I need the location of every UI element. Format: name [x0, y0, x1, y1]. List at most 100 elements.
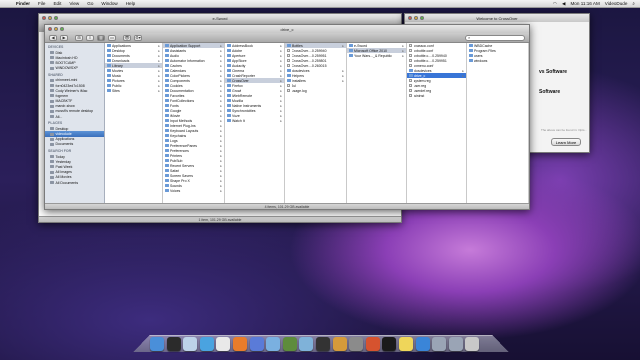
quicklook-eye-icon[interactable]: 👁: [123, 34, 131, 41]
mail-icon[interactable]: [183, 337, 198, 351]
system-prefs-icon[interactable]: [349, 337, 364, 351]
file-row[interactable]: Downloads ▸: [105, 58, 162, 63]
file-row[interactable]: Public ▸: [105, 83, 162, 88]
icon-view-button[interactable]: ⊞: [75, 34, 83, 41]
file-row[interactable]: Voices ▸: [163, 188, 224, 193]
file-row[interactable]: Safari ▸: [163, 168, 224, 173]
dashboard-icon[interactable]: [166, 337, 181, 351]
file-row[interactable]: Application Support ▸: [163, 43, 224, 48]
crossover-icon[interactable]: [365, 337, 380, 351]
file-row[interactable]: Internet Plug-Ins ▸: [163, 123, 224, 128]
minimize-button[interactable]: [48, 16, 52, 20]
window-titlebar[interactable]: Welcome to CrossOver: [405, 14, 589, 22]
volume-icon[interactable]: ◀: [562, 1, 566, 7]
coverflow-view-button[interactable]: ▭: [108, 34, 116, 41]
file-row[interactable]: Aperture ▸: [225, 53, 284, 58]
file-row[interactable]: CrashReporter ▸: [225, 73, 284, 78]
file-row[interactable]: Music ▸: [105, 73, 162, 78]
file-row[interactable]: Cinema ▸: [225, 68, 284, 73]
file-row[interactable]: Preferences ▸: [163, 148, 224, 153]
file-row[interactable]: userdef.reg: [407, 88, 466, 93]
file-row[interactable]: Program Files: [467, 48, 528, 53]
file-row[interactable]: Recent Servers ▸: [163, 163, 224, 168]
wifi-icon[interactable]: ◠: [553, 1, 557, 7]
forward-button[interactable]: ▶: [60, 34, 68, 41]
file-row[interactable]: Logs ▸: [163, 138, 224, 143]
sidebar-item-search[interactable]: All Documents: [45, 180, 104, 185]
list-view-button[interactable]: ≡: [86, 34, 94, 41]
ical-icon[interactable]: [216, 337, 231, 351]
file-row[interactable]: dosdevices ▸: [285, 68, 346, 73]
menu-go[interactable]: Go: [83, 1, 97, 6]
file-row[interactable]: Cookies ▸: [163, 83, 224, 88]
file-row[interactable]: windows: [467, 58, 528, 63]
file-row[interactable]: FontCollections ▸: [163, 98, 224, 103]
menu-edit[interactable]: Edit: [49, 1, 65, 6]
file-row[interactable]: Synchronicities ▸: [225, 108, 284, 113]
file-row[interactable]: cxbottle.c....0.259951: [407, 58, 466, 63]
minimize-button[interactable]: [54, 27, 58, 31]
file-row[interactable]: Documents ▸: [105, 53, 162, 58]
file-row[interactable]: Keyboard Layouts ▸: [163, 128, 224, 133]
downloads-stack-icon[interactable]: [448, 337, 463, 351]
preview-icon[interactable]: [266, 337, 281, 351]
file-row[interactable]: Vuze ▸: [225, 113, 284, 118]
file-row[interactable]: Desktop ▸: [105, 48, 162, 53]
column-view-button[interactable]: ▥: [97, 34, 105, 41]
file-row[interactable]: CrossOver ▸: [225, 78, 284, 83]
trash-icon[interactable]: [465, 337, 480, 351]
file-row[interactable]: Watch It ▸: [225, 118, 284, 123]
file-row[interactable]: Bottles ▸: [285, 43, 346, 48]
zoom-button[interactable]: [60, 27, 64, 31]
close-button[interactable]: [42, 16, 46, 20]
menu-file[interactable]: File: [34, 1, 49, 6]
file-row[interactable]: cxbottle.c....0.259940: [407, 53, 466, 58]
file-row[interactable]: Growl ▸: [225, 88, 284, 93]
file-row[interactable]: Input Methods ▸: [163, 118, 224, 123]
file-row[interactable]: Jul: [285, 83, 346, 88]
file-row[interactable]: iMovie ▸: [163, 113, 224, 118]
file-row[interactable]: Components ▸: [163, 78, 224, 83]
file-row[interactable]: drive_c ▸: [407, 73, 466, 78]
zoom-button[interactable]: [420, 16, 424, 20]
file-row[interactable]: Shape Pro X ▸: [163, 178, 224, 183]
file-row[interactable]: Applications ▸: [105, 43, 162, 48]
app-store-icon[interactable]: [415, 337, 430, 351]
menu-window[interactable]: Window: [97, 1, 121, 6]
file-row[interactable]: Keychains ▸: [163, 133, 224, 138]
safari-icon[interactable]: [199, 337, 214, 351]
menu-help[interactable]: Help: [122, 1, 139, 6]
window-titlebar[interactable]: drive_c: [45, 25, 529, 33]
file-row[interactable]: Library ▸: [105, 63, 162, 68]
file-row[interactable]: PreferencePanes ▸: [163, 143, 224, 148]
file-row[interactable]: cxmenu.conf: [407, 63, 466, 68]
zoom-button[interactable]: [54, 16, 58, 20]
file-row[interactable]: Audacity ▸: [225, 63, 284, 68]
file-row[interactable]: Sounds ▸: [163, 183, 224, 188]
file-row[interactable]: Screen Savers ▸: [163, 173, 224, 178]
file-row[interactable]: Helpers ▸: [285, 73, 346, 78]
file-row[interactable]: Native Instruments ▸: [225, 103, 284, 108]
iphoto-icon[interactable]: [299, 337, 314, 351]
file-row[interactable]: usage.log: [285, 88, 346, 93]
file-row[interactable]: AppStore ▸: [225, 58, 284, 63]
file-row[interactable]: ColorPickers ▸: [163, 73, 224, 78]
file-row[interactable]: Sites ▸: [105, 88, 162, 93]
stickies-icon[interactable]: [398, 337, 413, 351]
file-row[interactable]: CrossOver....0.259801: [285, 58, 346, 63]
file-row[interactable]: Caches ▸: [163, 63, 224, 68]
user-menu[interactable]: VideoDude: [605, 1, 628, 6]
menu-app-finder[interactable]: Finder: [12, 1, 34, 6]
file-row[interactable]: Assistants ▸: [163, 48, 224, 53]
file-row[interactable]: cxbottle.conf: [407, 48, 466, 53]
file-row[interactable]: dosdevices ▸: [407, 68, 466, 73]
documents-stack-icon[interactable]: [432, 337, 447, 351]
file-row[interactable]: AddressBook ▸: [225, 43, 284, 48]
file-row[interactable]: Printers ▸: [163, 153, 224, 158]
file-row[interactable]: Mozilla ▸: [225, 98, 284, 103]
file-row[interactable]: CrossOver....0.260015: [285, 63, 346, 68]
learn-more-button[interactable]: Learn More: [551, 138, 581, 146]
file-row[interactable]: Firefox ▸: [225, 83, 284, 88]
file-row[interactable]: Google ▸: [163, 108, 224, 113]
file-row[interactable]: Calendars ▸: [163, 68, 224, 73]
